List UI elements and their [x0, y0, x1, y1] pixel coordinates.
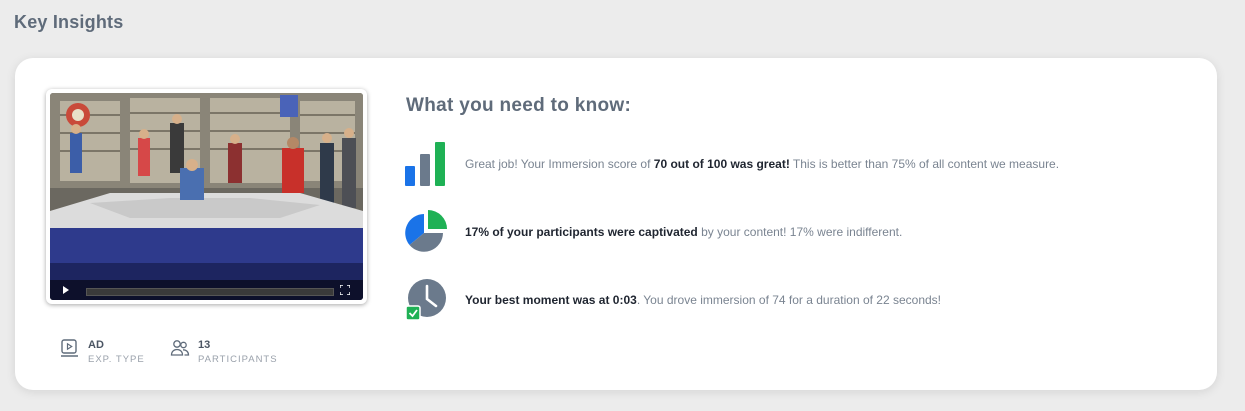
insight-captivated-text: 17% of your participants were captivated…: [465, 225, 902, 239]
exp-type-label: EXP. TYPE: [88, 354, 145, 365]
video-controls: [50, 280, 363, 300]
insight-captivated-bold: 17% of your participants were captivated: [465, 225, 698, 239]
participants-value: 13: [198, 339, 211, 351]
progress-bar[interactable]: [86, 288, 334, 296]
insight-score-text: Great job! Your Immersion score of 70 ou…: [465, 157, 1059, 171]
insight-moment-text: Your best moment was at 0:03. You drove …: [465, 293, 941, 307]
insight-moment-bold: Your best moment was at 0:03: [465, 293, 637, 307]
page-title: Key Insights: [14, 12, 124, 32]
play-icon[interactable]: [63, 286, 69, 294]
participants-label: PARTICIPANTS: [198, 354, 278, 365]
video-thumbnail: [50, 93, 363, 300]
insight-captivated-post: by your content! 17% were indifferent.: [697, 225, 903, 239]
insight-moment-post: . You drove immersion of 74 for a durati…: [636, 293, 942, 307]
fullscreen-icon[interactable]: [340, 285, 350, 295]
exp-type: AD EXP. TYPE: [60, 338, 145, 368]
insight-score-pre: Great job! Your Immersion score of: [465, 157, 654, 171]
bar-chart-icon: [405, 142, 445, 186]
clock-check-icon: [405, 279, 446, 321]
video-file-icon: [61, 339, 78, 357]
exp-type-value: AD: [88, 339, 104, 351]
insight-moment: Your best moment was at 0:03. You drove …: [405, 278, 941, 322]
insight-score-post: This is better than 75% of all content w…: [789, 157, 1060, 171]
pie-chart-icon: [405, 210, 447, 252]
video-frame[interactable]: [50, 93, 363, 300]
insight-score-bold: 70 out of 100 was great!: [653, 157, 790, 171]
participants: 13 PARTICIPANTS: [170, 338, 278, 368]
insights-card: AD EXP. TYPE 13 PARTICIPANTS What you ne…: [15, 58, 1217, 390]
insight-score: Great job! Your Immersion score of 70 ou…: [405, 142, 1059, 186]
video-player[interactable]: [46, 89, 367, 304]
insight-captivated: 17% of your participants were captivated…: [405, 210, 902, 254]
users-icon: [170, 340, 190, 356]
insights-heading: What you need to know:: [406, 95, 632, 116]
